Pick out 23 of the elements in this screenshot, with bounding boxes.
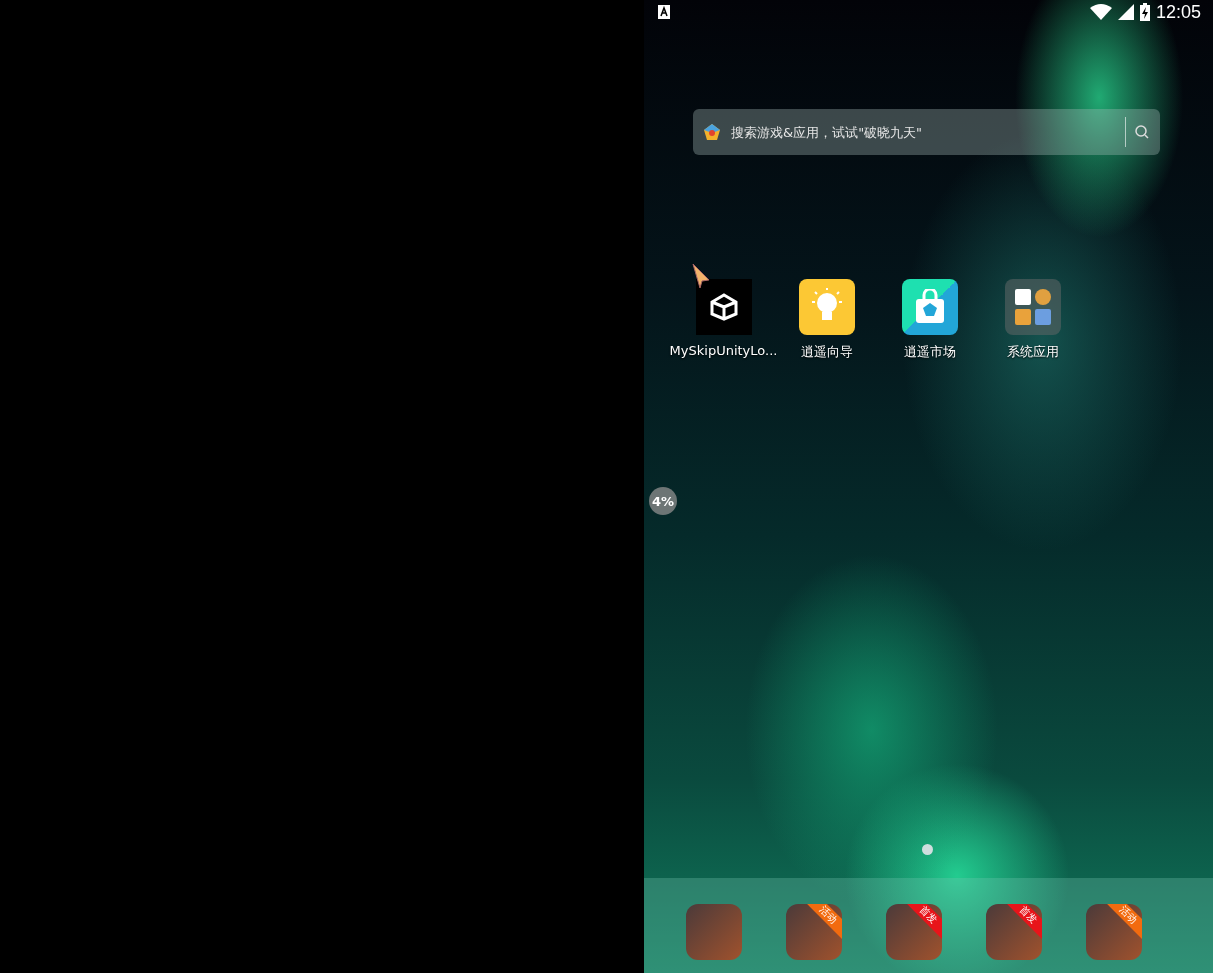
cursor-icon: [692, 263, 710, 289]
app-label: 系统应用: [1006, 343, 1059, 361]
notification-icon: [658, 5, 670, 19]
battery-charging-icon: [1139, 3, 1150, 21]
search-bar[interactable]: 搜索游戏&应用，试试"破晓九天": [693, 109, 1160, 155]
game-icon-image[interactable]: 活动: [1086, 904, 1142, 960]
search-field[interactable]: 搜索游戏&应用，试试"破晓九天": [729, 123, 1117, 141]
app-label: MySkipUnityLo...: [669, 343, 778, 358]
clock-time: 12:05: [1155, 1, 1201, 23]
unity-cube-icon[interactable]: [695, 279, 752, 335]
lightbulb-icon[interactable]: [798, 279, 855, 335]
app-label: 逍遥向导: [800, 343, 853, 361]
app-folder-icon[interactable]: [1004, 279, 1061, 335]
game-icon-image[interactable]: 首发: [986, 904, 1042, 960]
shopping-bag-icon[interactable]: [901, 279, 958, 335]
pentagon-logo-icon: [703, 123, 721, 141]
floating-progress-bubble[interactable]: 4%: [649, 487, 677, 515]
game-icon-image[interactable]: 活动: [786, 904, 842, 960]
wifi-icon: [1089, 4, 1112, 20]
signal-icon: [1117, 4, 1134, 20]
app-label: 逍遥市场: [903, 343, 956, 361]
game-icon-image[interactable]: 首发: [886, 904, 942, 960]
search-icon[interactable]: [1134, 124, 1150, 140]
